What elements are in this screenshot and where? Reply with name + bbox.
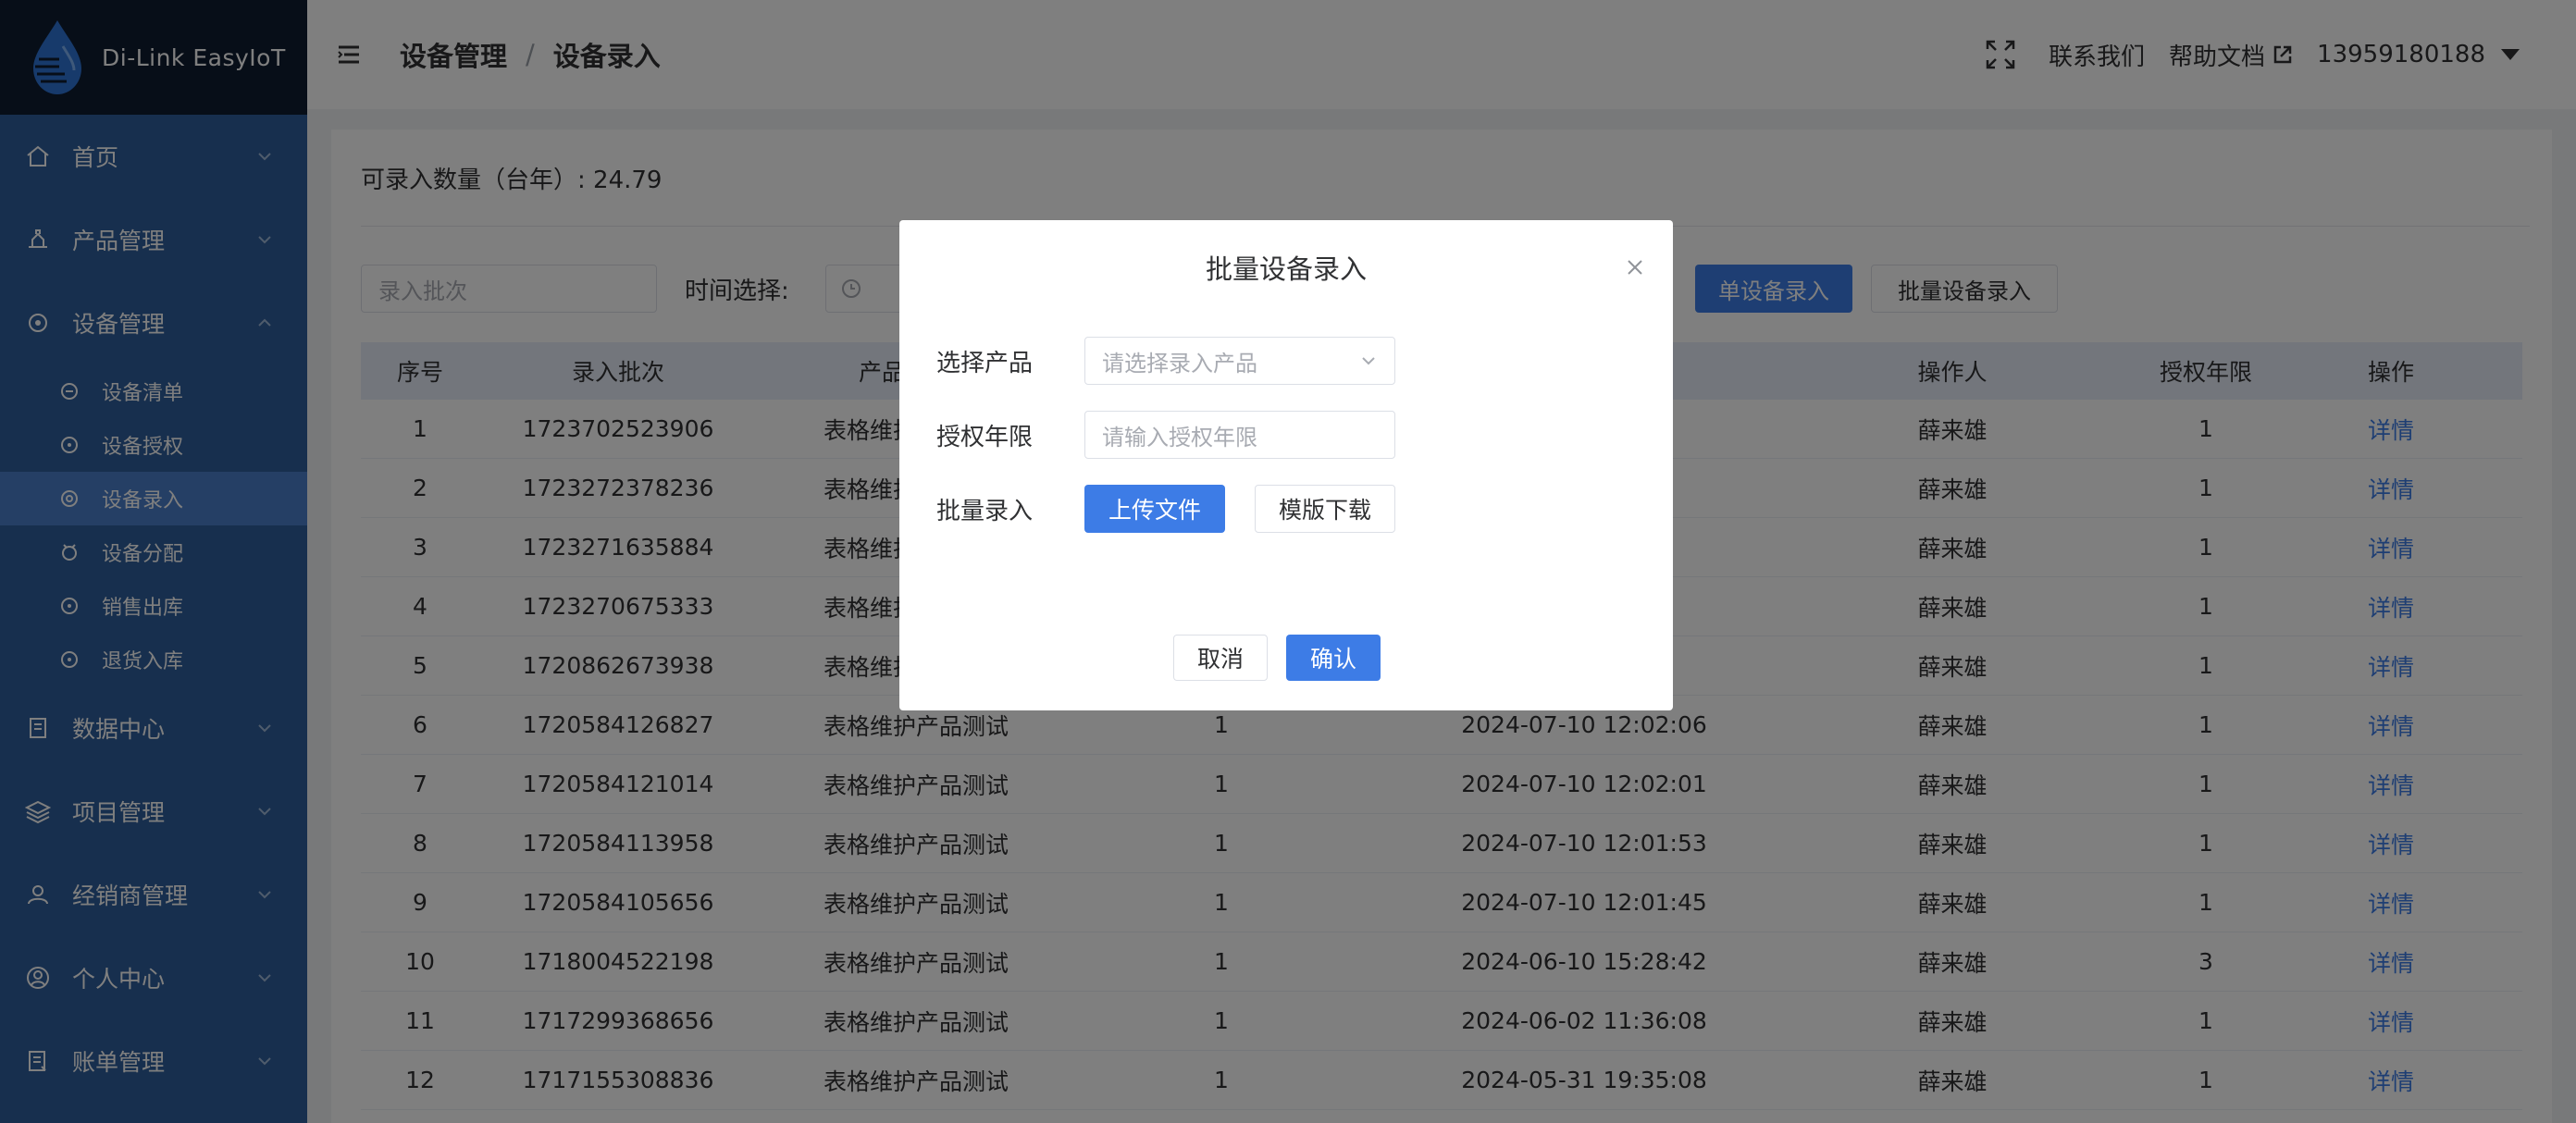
batch-label: 批量录入 [936, 497, 1034, 525]
form-row-years: 授权年限 请输入授权年限 [936, 411, 1395, 459]
years-label: 授权年限 [936, 423, 1034, 451]
template-download-button[interactable]: 模版下载 [1255, 485, 1395, 533]
cancel-button[interactable]: 取消 [1173, 635, 1268, 681]
product-select[interactable]: 请选择录入产品 [1084, 337, 1395, 385]
close-icon[interactable] [1625, 257, 1645, 278]
auth-years-input[interactable]: 请输入授权年限 [1084, 411, 1395, 459]
form-row-batch: 批量录入 上传文件 模版下载 [936, 485, 1395, 533]
dialog-footer: 取消 确认 [899, 635, 1673, 681]
chevron-down-icon [1362, 357, 1375, 365]
dialog-title: 批量设备录入 [1205, 253, 1367, 285]
confirm-button[interactable]: 确认 [1286, 635, 1381, 681]
upload-file-button[interactable]: 上传文件 [1084, 485, 1225, 533]
batch-entry-dialog: 批量设备录入 选择产品 请选择录入产品 授权年限 请输入授权年限 批量录入 上传… [899, 220, 1673, 710]
form-row-product: 选择产品 请选择录入产品 [936, 337, 1395, 385]
product-placeholder: 请选择录入产品 [1102, 350, 1257, 376]
product-label: 选择产品 [936, 349, 1034, 377]
